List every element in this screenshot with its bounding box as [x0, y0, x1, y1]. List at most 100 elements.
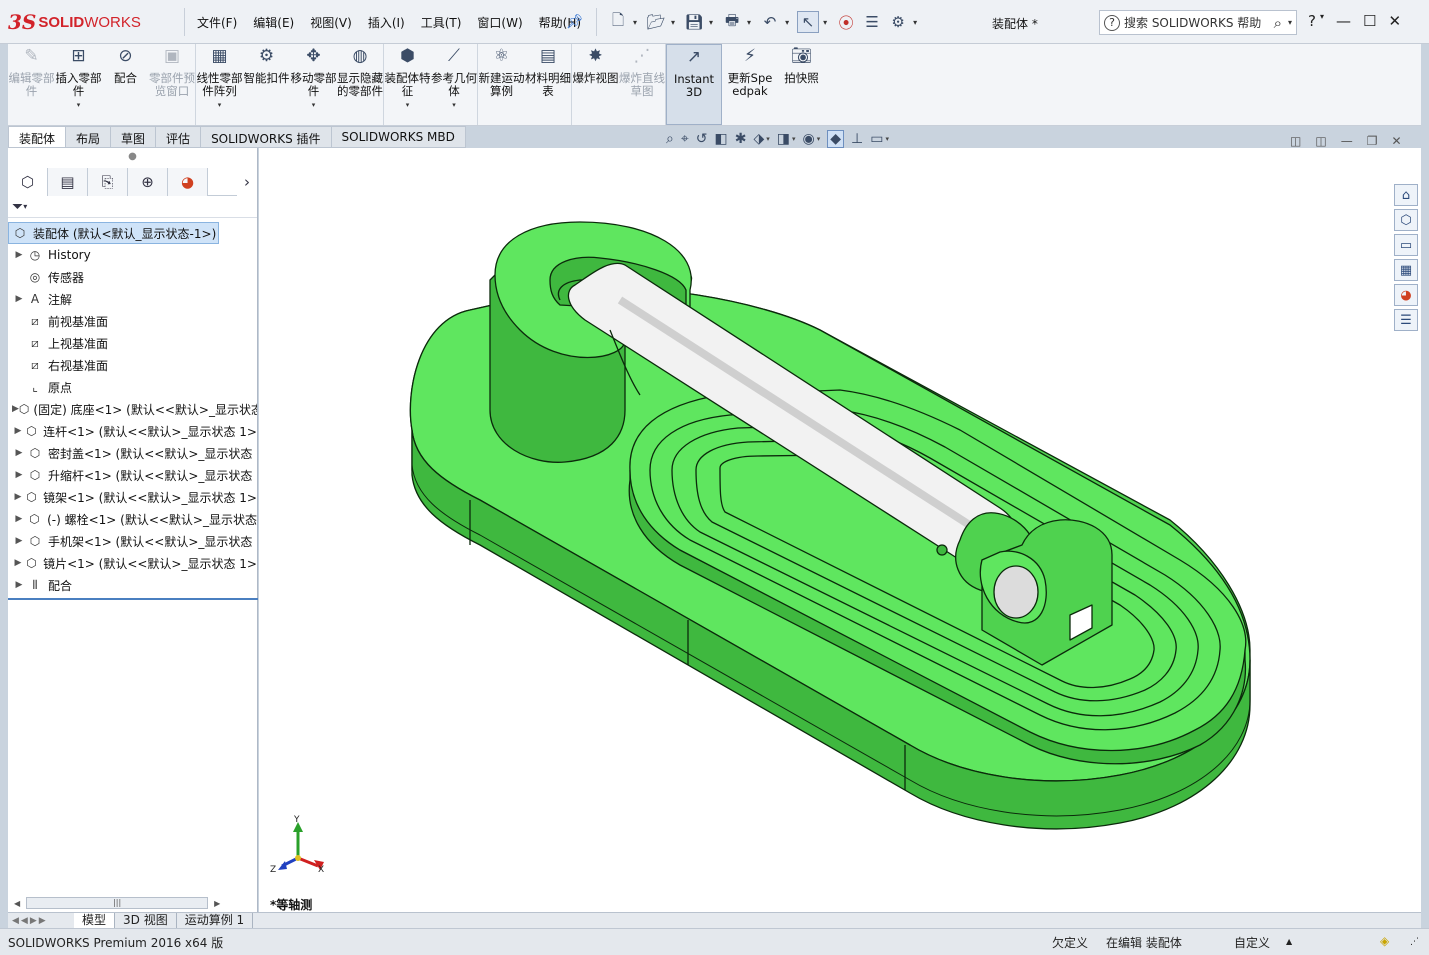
- undo-dropdown-icon[interactable]: ▾: [785, 18, 789, 27]
- scroll-left-icon[interactable]: ◀: [14, 899, 20, 908]
- viewport-minimize-icon[interactable]: —: [1341, 134, 1353, 148]
- command-instant3d-button[interactable]: ↗ Instant3D: [666, 44, 722, 125]
- filter-funnel-icon[interactable]: ⏷: [12, 199, 23, 215]
- command-dropdown-icon[interactable]: ▾: [290, 99, 337, 112]
- tab-navigation-icon[interactable]: ◀◀▶▶: [8, 916, 74, 926]
- undo-icon[interactable]: ↶: [759, 11, 781, 33]
- expand-arrow-icon[interactable]: ▶: [12, 470, 26, 480]
- menu-view[interactable]: 视图(V): [302, 8, 360, 36]
- expand-arrow-icon[interactable]: ▶: [12, 250, 26, 260]
- view-settings-monitor-icon[interactable]: ▭: [870, 131, 883, 147]
- command-tab[interactable]: SOLIDWORKS MBD: [331, 126, 466, 148]
- tree-node[interactable]: ◎ 传感器: [8, 266, 257, 288]
- tab-3d-views[interactable]: 3D 视图: [115, 912, 177, 929]
- help-icon[interactable]: ?: [1308, 12, 1316, 30]
- tag-icon[interactable]: ◈: [1380, 934, 1389, 948]
- maximize-icon[interactable]: ☐: [1363, 12, 1376, 30]
- custom-properties-icon[interactable]: ☰: [1394, 309, 1418, 331]
- close-icon[interactable]: ✕: [1388, 12, 1401, 30]
- command-reference-geometry-button[interactable]: ⟋ 参考几何体 ▾: [431, 44, 478, 125]
- viewport-restore-icon[interactable]: ❐: [1367, 134, 1378, 148]
- command-explode-line-button[interactable]: ⋰ 爆炸直线草图: [619, 44, 666, 125]
- tree-node[interactable]: ▶ ◷ History: [8, 244, 257, 266]
- view-orientation-dropdown-icon[interactable]: ▾: [766, 135, 770, 143]
- hide-show-items-icon[interactable]: ◉: [802, 131, 814, 147]
- command-dropdown-icon[interactable]: ▾: [55, 99, 102, 112]
- tree-horizontal-scrollbar[interactable]: ◀ ||| ▶: [14, 896, 258, 910]
- options-dropdown-icon[interactable]: ▾: [913, 18, 917, 27]
- display-manager-tab-icon[interactable]: ◕: [168, 168, 208, 196]
- select-dropdown-icon[interactable]: ▾: [823, 18, 827, 27]
- display-style-icon[interactable]: ◨: [777, 131, 790, 147]
- command-insert-component-button[interactable]: ⊞ 插入零部件 ▾: [55, 44, 102, 125]
- command-tab[interactable]: 装配体: [8, 126, 67, 148]
- tree-node[interactable]: ▶ ⫴ 配合: [8, 574, 257, 596]
- expand-arrow-icon[interactable]: ▶: [12, 404, 19, 414]
- help-search-box[interactable]: ? 搜索 SOLIDWORKS 帮助 ⌕ ▾: [1099, 10, 1297, 35]
- resize-grip-icon[interactable]: ⋰: [1410, 937, 1419, 947]
- tree-node[interactable]: ▶ ⬡ 镜架<1> (默认<<默认>_显示状态 1>: [8, 486, 257, 508]
- command-component-preview-button[interactable]: ▣ 零部件预览窗口: [149, 44, 196, 125]
- units-selector[interactable]: 自定义: [1234, 934, 1270, 951]
- print-dropdown-icon[interactable]: ▾: [747, 18, 751, 27]
- tree-node[interactable]: ▶ ⬡ 密封盖<1> (默认<<默认>_显示状态: [8, 442, 257, 464]
- expand-arrow-icon[interactable]: ▶: [12, 536, 26, 546]
- save-dropdown-icon[interactable]: ▾: [709, 18, 713, 27]
- print-icon[interactable]: 🖶: [721, 11, 743, 33]
- view-settings-dropdown-icon[interactable]: ▾: [885, 135, 889, 143]
- rebuild-traffic-light-icon[interactable]: ⦿: [835, 11, 857, 33]
- expand-arrow-icon[interactable]: ▶: [12, 294, 26, 304]
- command-snapshot-button[interactable]: 📷︎ 拍快照: [778, 44, 825, 125]
- solidworks-logo[interactable]: 3S SOLID WORKS: [8, 6, 178, 38]
- command-bom-button[interactable]: ▤ 材料明细表: [525, 44, 572, 125]
- search-dropdown-icon[interactable]: ▾: [1288, 18, 1292, 27]
- tree-node[interactable]: ⌞ 原点: [8, 376, 257, 398]
- search-icon[interactable]: ⌕: [1274, 14, 1282, 32]
- tree-node[interactable]: ▶ ⬡ (固定) 底座<1> (默认<<默认>_显示状态: [8, 398, 257, 420]
- save-icon[interactable]: 💾︎: [683, 11, 705, 33]
- menu-tools[interactable]: 工具(T): [413, 8, 470, 36]
- feature-manager-tab-icon[interactable]: ⬡: [8, 168, 48, 196]
- minimize-icon[interactable]: —: [1336, 12, 1351, 30]
- filter-dropdown-icon[interactable]: ▾: [23, 202, 27, 211]
- select-pointer-icon[interactable]: ↖: [797, 11, 820, 33]
- command-dropdown-icon[interactable]: ▾: [196, 99, 243, 112]
- zoom-to-area-icon[interactable]: ⌖: [681, 131, 689, 147]
- command-edit-component-button[interactable]: ✎ 编辑零部件: [8, 44, 55, 125]
- expand-arrow-icon[interactable]: ▶: [12, 492, 24, 502]
- viewport-prev-icon[interactable]: ◫: [1290, 134, 1301, 148]
- viewport-close-icon[interactable]: ✕: [1391, 134, 1401, 148]
- command-linear-pattern-button[interactable]: ▦ 线性零部件阵列 ▾: [196, 44, 243, 125]
- expand-arrow-icon[interactable]: ▶: [12, 514, 26, 524]
- tree-node[interactable]: ▶ ⬡ 升缩杆<1> (默认<<默认>_显示状态: [8, 464, 257, 486]
- units-up-icon[interactable]: ▲: [1286, 937, 1292, 946]
- tab-motion-study-1[interactable]: 运动算例 1: [177, 912, 254, 929]
- command-move-component-button[interactable]: ✥ 移动零部件 ▾: [290, 44, 337, 125]
- command-mate-button[interactable]: ⊘ 配合: [102, 44, 149, 125]
- tree-filter[interactable]: ⏷ ▾: [8, 196, 257, 218]
- command-smart-fastener-button[interactable]: ⚙ 智能扣件: [243, 44, 290, 125]
- scroll-thumb[interactable]: |||: [26, 897, 209, 909]
- appearances-scenes-icon[interactable]: ◕: [1394, 284, 1418, 306]
- tree-node[interactable]: ⧄ 上视基准面: [8, 332, 257, 354]
- menu-edit[interactable]: 编辑(E): [245, 8, 302, 36]
- tree-node[interactable]: ▶ ⬡ 手机架<1> (默认<<默认>_显示状态: [8, 530, 257, 552]
- tree-node[interactable]: ▶ ⬡ 镜片<1> (默认<<默认>_显示状态 1>: [8, 552, 257, 574]
- tab-model[interactable]: 模型: [74, 912, 116, 929]
- tree-root-assembly[interactable]: ⬡ 装配体 (默认<默认_显示状态-1>): [8, 222, 219, 244]
- menu-insert[interactable]: 插入(I): [360, 8, 413, 36]
- command-exploded-view-button[interactable]: ✸ 爆炸视图: [572, 44, 619, 125]
- dimxpert-tab-icon[interactable]: ⊕: [128, 168, 168, 196]
- tree-node[interactable]: ⧄ 右视基准面: [8, 354, 257, 376]
- menu-window[interactable]: 窗口(W): [469, 8, 530, 36]
- configuration-manager-tab-icon[interactable]: ⎘: [88, 168, 128, 196]
- expand-arrow-icon[interactable]: ▶: [12, 580, 26, 590]
- command-tab[interactable]: SOLIDWORKS 插件: [201, 126, 332, 148]
- panel-tabs-more-icon[interactable]: ›: [237, 168, 257, 196]
- design-library-icon[interactable]: ⬡: [1394, 209, 1418, 231]
- model-render[interactable]: Y X Z: [259, 148, 1421, 912]
- menu-file[interactable]: 文件(F): [189, 8, 245, 36]
- command-speedpak-button[interactable]: ⚡ 更新Speedpak: [722, 44, 778, 125]
- apply-scene-icon[interactable]: ⊥: [851, 131, 863, 147]
- open-dropdown-icon[interactable]: ▾: [671, 18, 675, 27]
